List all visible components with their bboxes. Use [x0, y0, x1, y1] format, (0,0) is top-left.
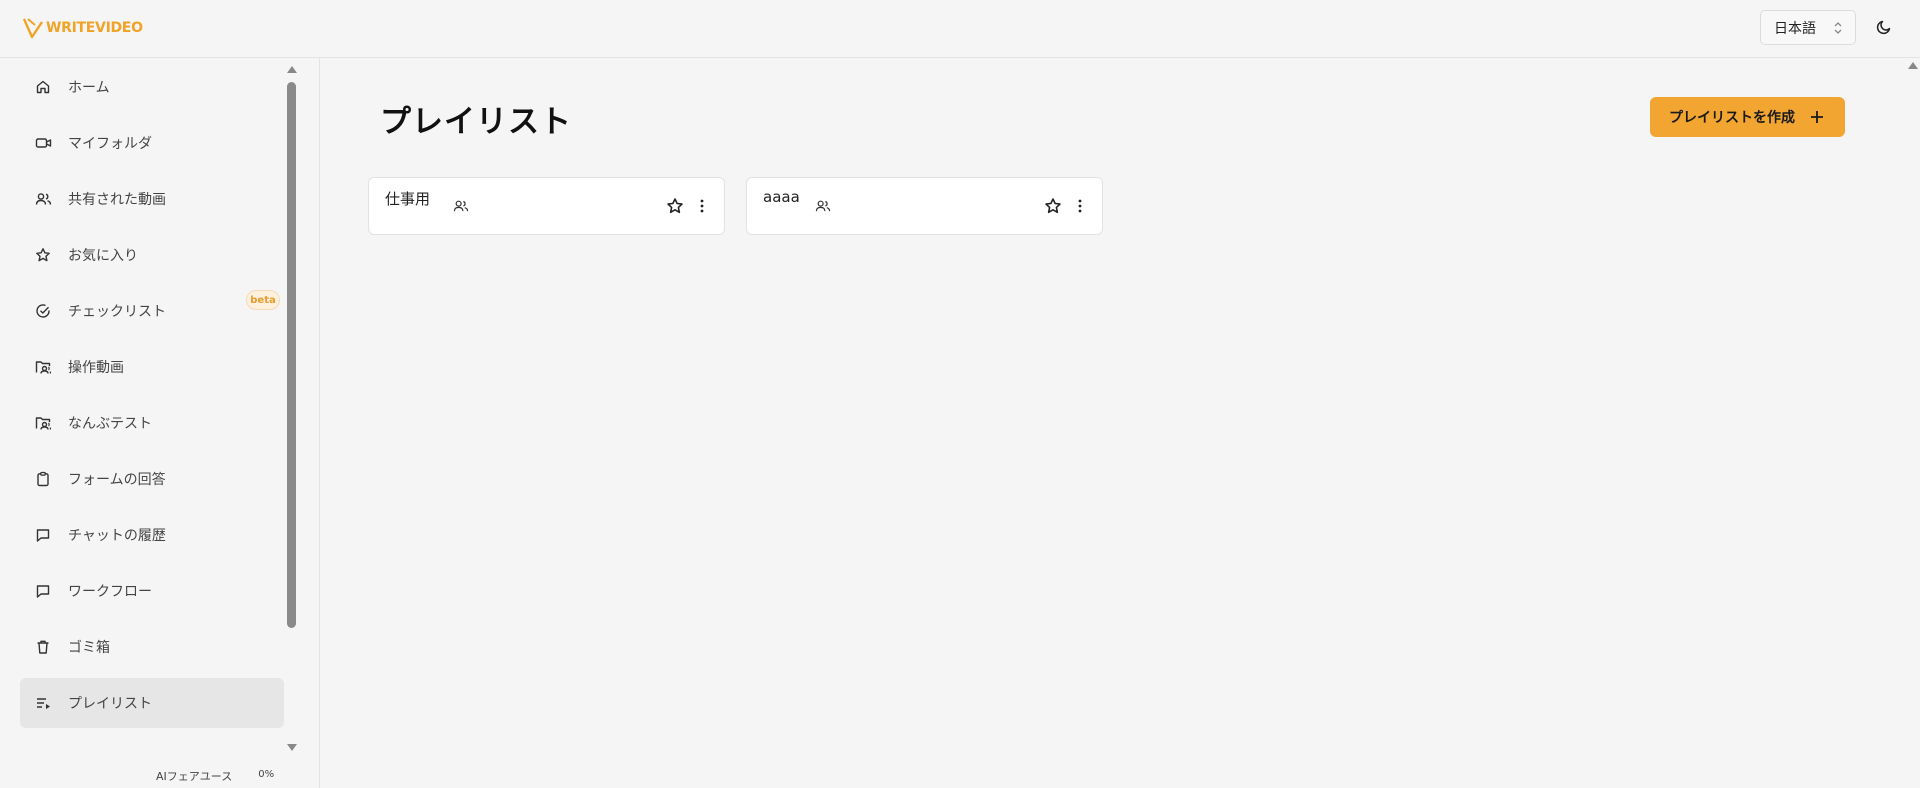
clipboard-icon: [34, 470, 52, 488]
create-playlist-button[interactable]: プレイリストを作成: [1650, 97, 1845, 137]
app-logo[interactable]: WRITEVIDEO: [22, 14, 143, 42]
check-circle-icon: [34, 302, 52, 320]
more-vertical-icon[interactable]: [694, 198, 710, 214]
sidebar-item-label: ワークフロー: [68, 584, 152, 600]
usage-label: AIフェアユース: [156, 770, 233, 783]
sidebar-item-shared-videos[interactable]: 共有された動画: [20, 174, 284, 224]
top-header: WRITEVIDEO 日本語: [0, 0, 1920, 58]
logo-icon: [22, 18, 43, 39]
sidebar-scrollbar[interactable]: [285, 64, 297, 754]
playlist-icon: [34, 694, 52, 712]
page-title: プレイリスト: [380, 104, 572, 140]
folder-video-icon: [34, 358, 52, 376]
sidebar-item-trash[interactable]: ゴミ箱: [20, 622, 284, 672]
sidebar-item-label: 操作動画: [68, 360, 124, 376]
sidebar-item-my-folder[interactable]: マイフォルダ: [20, 118, 284, 168]
sidebar-item-label: フォームの回答: [68, 472, 166, 488]
language-select[interactable]: 日本語: [1760, 10, 1856, 45]
sidebar-item-label: プレイリスト: [68, 696, 152, 712]
sidebar-item-nanbu-test[interactable]: なんぶテスト: [20, 398, 284, 448]
trash-icon: [34, 638, 52, 656]
sidebar-item-label: お気に入り: [68, 248, 138, 264]
playlist-card[interactable]: aaaa: [746, 177, 1103, 235]
playlist-title: 仕事用: [385, 190, 431, 208]
users-icon: [453, 200, 469, 212]
scroll-down-arrow[interactable]: [287, 744, 297, 751]
message-icon: [34, 526, 52, 544]
plus-icon: [1811, 111, 1823, 123]
sidebar-item-label: チェックリスト: [68, 304, 166, 320]
theme-toggle-button[interactable]: [1872, 15, 1896, 39]
more-vertical-icon[interactable]: [1072, 198, 1088, 214]
ai-fair-use: AIフェアユース 0%: [156, 768, 274, 784]
sidebar-item-label: ホーム: [68, 80, 110, 96]
language-value: 日本語: [1774, 20, 1816, 37]
usage-percent: 0%: [258, 769, 275, 780]
home-icon: [34, 78, 52, 96]
sidebar-item-chat-history[interactable]: チャットの履歴: [20, 510, 284, 560]
sidebar-item-workflow[interactable]: ワークフロー: [20, 566, 284, 616]
sidebar-item-checklist[interactable]: チェックリスト: [20, 286, 284, 336]
favorite-star-icon[interactable]: [666, 197, 684, 215]
sidebar: ホーム マイフォルダ 共有された動画 お気に入り チェックリスト 操作動画 なん…: [0, 58, 320, 788]
main-scroll-up-arrow[interactable]: [1908, 62, 1918, 69]
scroll-thumb[interactable]: [287, 82, 296, 628]
sidebar-item-label: ゴミ箱: [68, 640, 110, 656]
scroll-up-arrow[interactable]: [287, 66, 297, 73]
sidebar-item-playlists[interactable]: プレイリスト: [20, 678, 284, 728]
sidebar-item-favorites[interactable]: お気に入り: [20, 230, 284, 280]
sidebar-item-home[interactable]: ホーム: [20, 62, 284, 112]
playlist-card[interactable]: 仕事用: [368, 177, 725, 235]
sidebar-item-label: なんぶテスト: [68, 416, 152, 432]
chevron-up-down-icon: [1834, 22, 1842, 34]
moon-icon: [1876, 20, 1891, 35]
sidebar-item-label: マイフォルダ: [68, 136, 152, 152]
users-icon: [815, 200, 831, 212]
star-icon: [34, 246, 52, 264]
create-playlist-label: プレイリストを作成: [1669, 110, 1795, 126]
sidebar-item-operation-videos[interactable]: 操作動画: [20, 342, 284, 392]
sidebar-item-label: チャットの履歴: [68, 528, 166, 544]
folder-video-icon: [34, 414, 52, 432]
favorite-star-icon[interactable]: [1044, 197, 1062, 215]
video-icon: [34, 134, 52, 152]
logo-text: WRITEVIDEO: [46, 20, 143, 36]
sidebar-item-form-responses[interactable]: フォームの回答: [20, 454, 284, 504]
users-icon: [34, 190, 52, 208]
beta-badge: beta: [246, 290, 280, 310]
playlist-title: aaaa: [763, 188, 800, 206]
message-icon: [34, 582, 52, 600]
sidebar-item-label: 共有された動画: [68, 192, 166, 208]
